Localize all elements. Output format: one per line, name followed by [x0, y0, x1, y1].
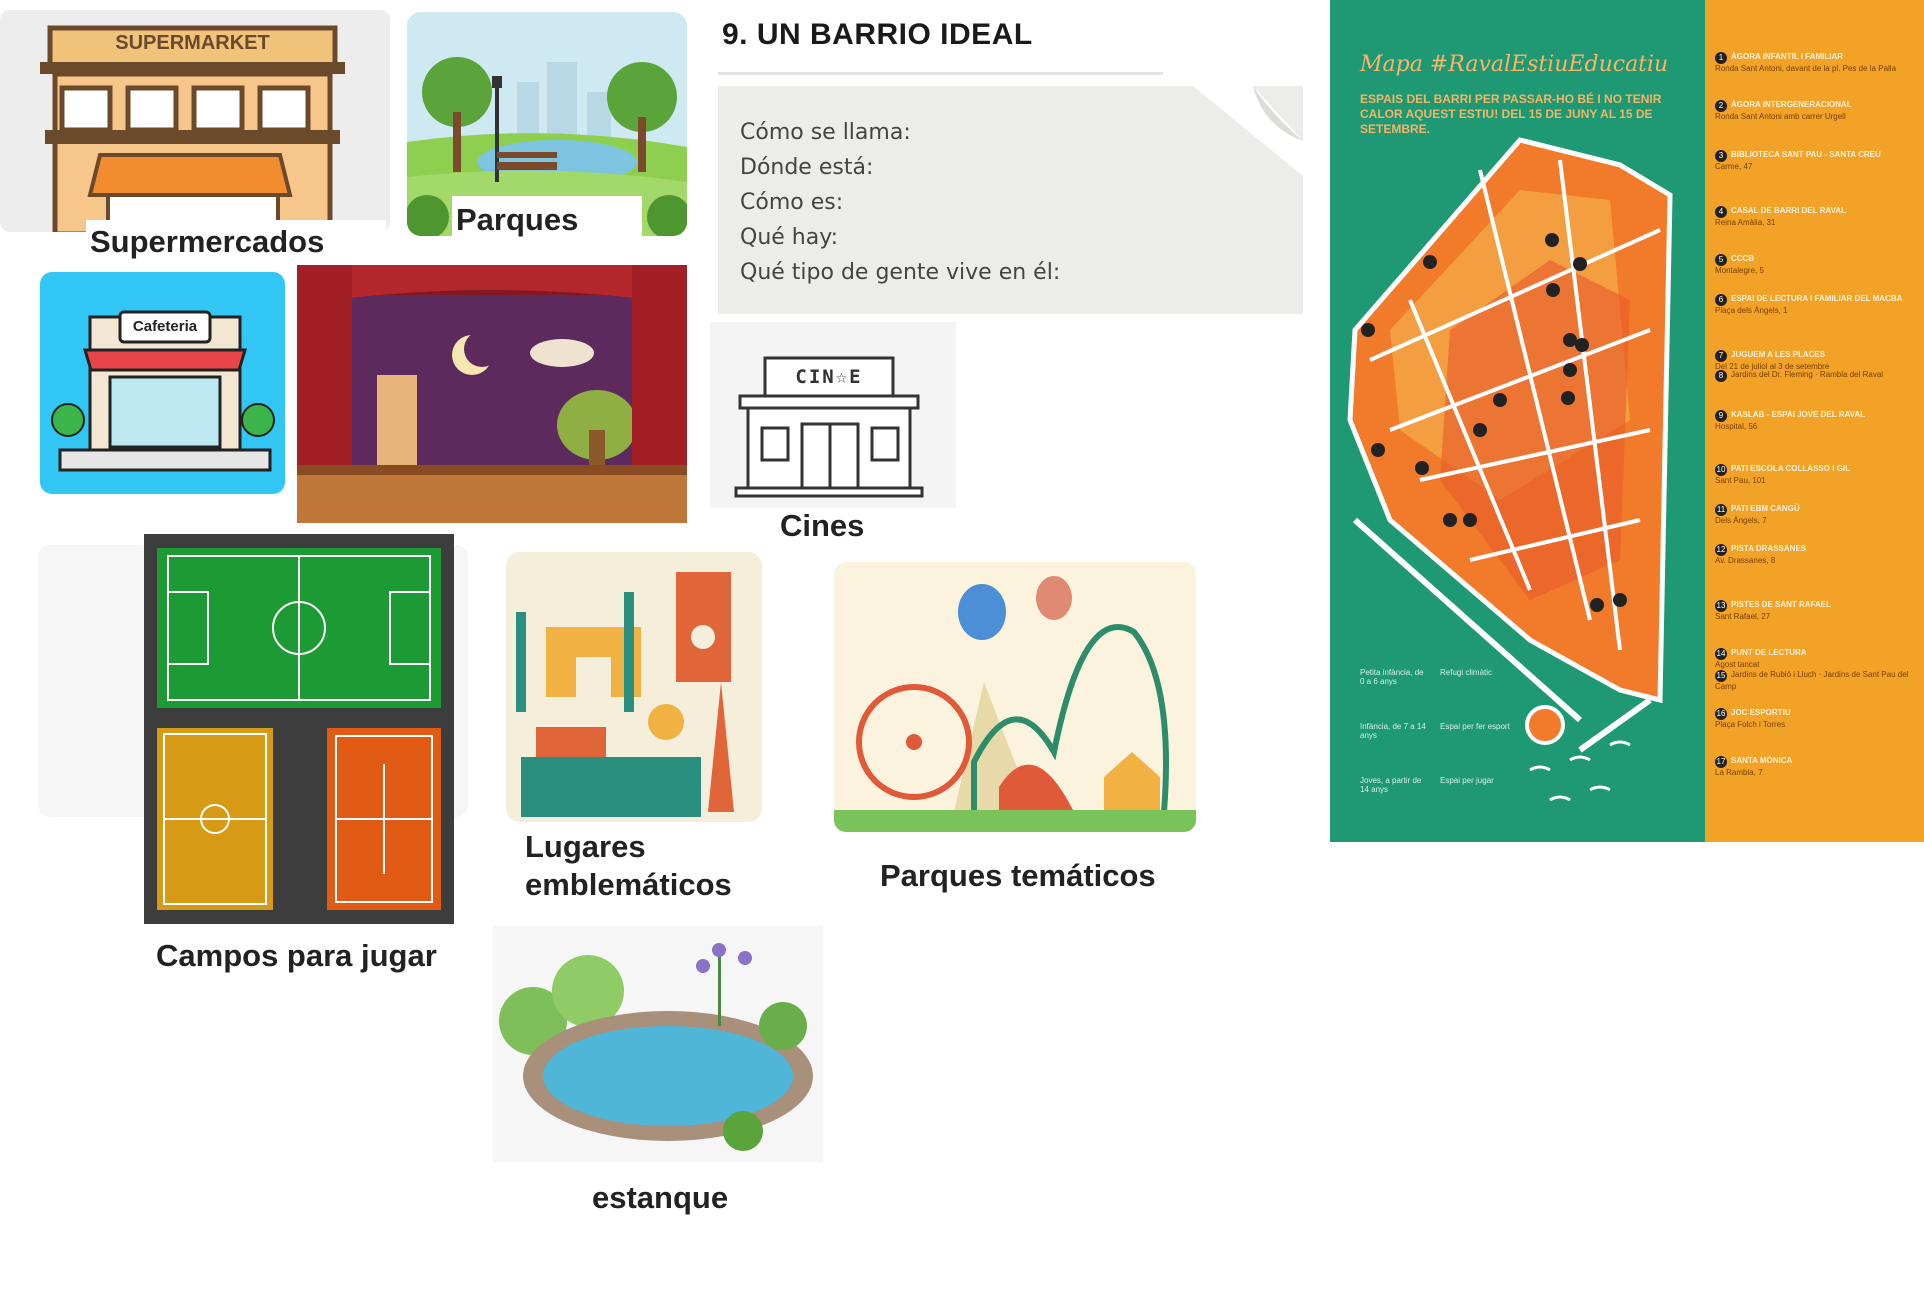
key-petita-infancia: Petita infància, de 0 a 6 anys [1360, 668, 1424, 686]
legend-item: 3 BIBLIOTECA SANT PAU - SANTA CREU Carme, … [1715, 150, 1881, 171]
legend-item: 12 PISTA DRASSANES Av. Drassanes, 8 [1715, 544, 1807, 565]
legend-item: 6 ESPAI DE LECTURA I FAMILIAR DEL MACBA Pl… [1715, 294, 1903, 315]
cine-card: CIN☆E [710, 322, 956, 508]
raval-map-poster: Mapa #RavalEstiuEducatiu ESPAIS DEL BARR… [1330, 0, 1924, 842]
cafeteria-illustration [51, 310, 275, 472]
legend-item: 15 Jardins de Rubió i Lluch · Jardins de … [1715, 670, 1909, 691]
estanque-card [493, 926, 823, 1162]
legend-item: 16 JOC ESPORTIU Plaça Folch i Torres [1715, 708, 1791, 729]
cinema-sign: CIN☆E [795, 366, 863, 388]
lugares-label-line2: emblemáticos [525, 867, 732, 902]
cafeteria-sign: Cafeteria [132, 318, 198, 335]
supermarket-card: SUPERMARKET [0, 10, 390, 232]
campos-label: Campos para jugar [156, 938, 437, 973]
worksheet-underline [718, 72, 1163, 75]
key-jugar: Espai per jugar [1440, 776, 1494, 785]
legend-item: 4 CASAL DE BARRI DEL RAVAL Reina Amàlia, 3… [1715, 206, 1846, 227]
question-nombre: Cómo se llama: [740, 120, 911, 145]
question-que-hay: Qué hay: [740, 225, 839, 250]
tematicos-card [834, 562, 1196, 832]
lugares-card [506, 552, 762, 822]
pond-illustration [499, 943, 813, 1151]
cines-label: Cines [780, 508, 865, 543]
key-refugi-climatic: Refugi climàtic [1440, 668, 1493, 677]
lugares-label: Lugares emblemáticos [525, 828, 732, 904]
page-curl [1193, 86, 1303, 176]
teatro-card [297, 265, 687, 523]
tematicos-label: Parques temáticos [880, 858, 1156, 893]
cafeteria-card: Cafeteria [40, 272, 285, 494]
worksheet-title: 9. UN BARRIO IDEAL [722, 18, 1033, 51]
legend-item: 14 PUNT DE LECTURA Agost tancat [1715, 648, 1807, 669]
key-infancia: Infància, de 7 a 14 anys [1360, 722, 1426, 740]
estanque-label: estanque [592, 1180, 729, 1215]
amusement-park-illustration [834, 576, 1196, 832]
question-como-es: Cómo es: [740, 190, 844, 215]
key-esport: Espai per fer esport [1440, 722, 1510, 731]
cinema-illustration [734, 356, 924, 498]
campos-card [144, 534, 454, 924]
worksheet-box: Cómo se llama: Dónde está: Cómo es: Qué … [718, 86, 1303, 314]
lugares-label-line1: Lugares [525, 829, 646, 864]
question-ubicacion: Dónde está: [740, 155, 874, 180]
legend-item: 10 PATI ESCOLA COLLASSO I GIL Sant Pau, 10… [1715, 464, 1850, 485]
legend-item: 9 KASLAB - ESPAI JOVE DEL RAVAL Hospital, … [1715, 410, 1866, 431]
legend-item: 11 PATI EBM CANGÜ Dels Àngels, 7 [1715, 504, 1800, 525]
legend-item: 17 SANTA MÒNICA La Rambla, 7 [1715, 756, 1793, 777]
question-gente: Qué tipo de gente vive en él: [740, 260, 1061, 285]
landmarks-illustration [516, 572, 734, 817]
parques-label: Parques [456, 202, 579, 237]
legend-item: 2 ÀGORA INTERGENERACIONAL Ronda Sant Anton… [1715, 100, 1852, 121]
key-joves: Joves, a partir de 14 anys [1360, 776, 1422, 794]
legend-item: 7 JUGUEM A LES PLACES Del 21 de juliol al … [1715, 350, 1830, 371]
theater-stage-illustration [297, 265, 687, 523]
raval-street-map [1347, 137, 1673, 802]
sports-fields-illustration [157, 548, 441, 910]
legend-item: 13 PISTES DE SANT RAFAEL Sant Rafael, 27 [1715, 600, 1832, 621]
supermercados-label: Supermercados [90, 224, 325, 259]
supermarket-sign: SUPERMARKET [115, 32, 270, 54]
legend-item: 5 CCCB Montalegre, 5 [1715, 254, 1764, 275]
legend-item: 1 ÀGORA INFANTIL I FAMILIAR Ronda Sant Ant… [1715, 52, 1897, 73]
legend-item: 8 Jardins del Dr. Fleming · Rambla del Ra… [1715, 370, 1920, 382]
